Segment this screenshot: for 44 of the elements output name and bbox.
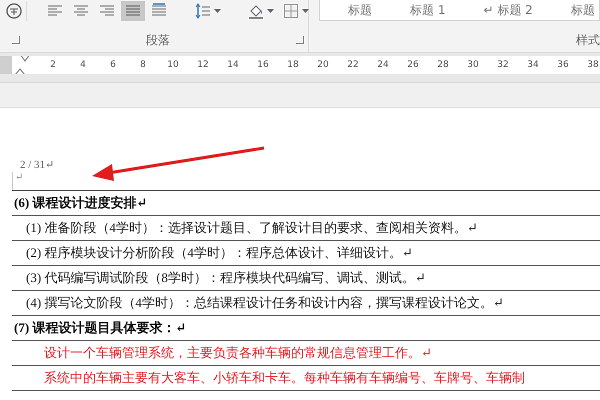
ruler-number: 14	[226, 60, 240, 70]
ruler-number: 16	[256, 60, 270, 70]
ruler-number: 24	[376, 60, 390, 70]
caret-icon[interactable]	[214, 9, 221, 13]
ruler-number: 34	[526, 60, 540, 70]
dialog-launcher-icon[interactable]	[12, 36, 20, 44]
ruler-number: 20	[316, 60, 330, 70]
paragraph-mark: ↵	[12, 172, 24, 190]
ruler-number: 6	[109, 60, 117, 70]
ruler-number: 36	[556, 60, 570, 70]
group-label: 样式	[576, 32, 600, 48]
style-option[interactable]: 标题	[570, 2, 595, 18]
ruler-number: 30	[466, 60, 480, 70]
group-label: 段落	[146, 32, 170, 48]
ruler-number: 10	[166, 60, 180, 70]
ruler-number: 4	[79, 60, 87, 70]
ruler-number: 38	[586, 60, 600, 70]
requirement-text: 系统中的车辆主要有大客车、小轿车和卡车。每种车辆有车辆编号、车牌号、车辆制	[44, 369, 525, 387]
circle-icon	[5, 2, 23, 20]
ruler-number: 26	[406, 60, 420, 70]
caret-icon[interactable]	[267, 9, 274, 13]
style-option[interactable]: 标题	[348, 2, 372, 18]
schedule-item: (1) 准备阶段（4学时）：选择设计题目、了解设计目的要求、查阅相关资料。↵	[26, 219, 478, 237]
schedule-item: (4) 撰写论文阶段（4学时）：总结课程设计任务和设计内容，撰写课程设计论文。↵	[26, 294, 504, 312]
ruler-number: 32	[496, 60, 510, 70]
line-spacing-icon	[194, 2, 212, 20]
ruler-number: 2	[49, 60, 57, 70]
ruler-number: 8	[139, 60, 147, 70]
dialog-launcher-icon[interactable]	[296, 36, 304, 44]
ruler-number: 28	[436, 60, 450, 70]
section-heading: (7) 课程设计题目具体要求：↵	[14, 319, 186, 337]
borders-icon	[282, 2, 300, 20]
caret-icon[interactable]	[302, 9, 309, 13]
section-heading: (6) 课程设计进度安排↵	[14, 194, 148, 212]
requirement-text: 设计一个车辆管理系统，主要负责各种车辆的常规信息管理工作。↵	[44, 344, 432, 362]
ruler-number: 12	[196, 60, 210, 70]
schedule-item: (3) 代码编写调试阶段（8学时）：程序模块代码编写、调试、测试。↵	[26, 269, 426, 287]
ruler-number: 18	[286, 60, 300, 70]
page-number: 2 / 31↵	[19, 158, 54, 172]
schedule-item: (2) 程序模块设计分析阶段（4学时）：程序总体设计、详细设计。↵	[26, 244, 413, 262]
justify-button[interactable]	[121, 1, 145, 21]
style-option[interactable]: 标题 1	[410, 2, 446, 18]
ruler-number: 22	[346, 60, 360, 70]
style-option[interactable]: ↵ 标题 2	[483, 2, 533, 18]
